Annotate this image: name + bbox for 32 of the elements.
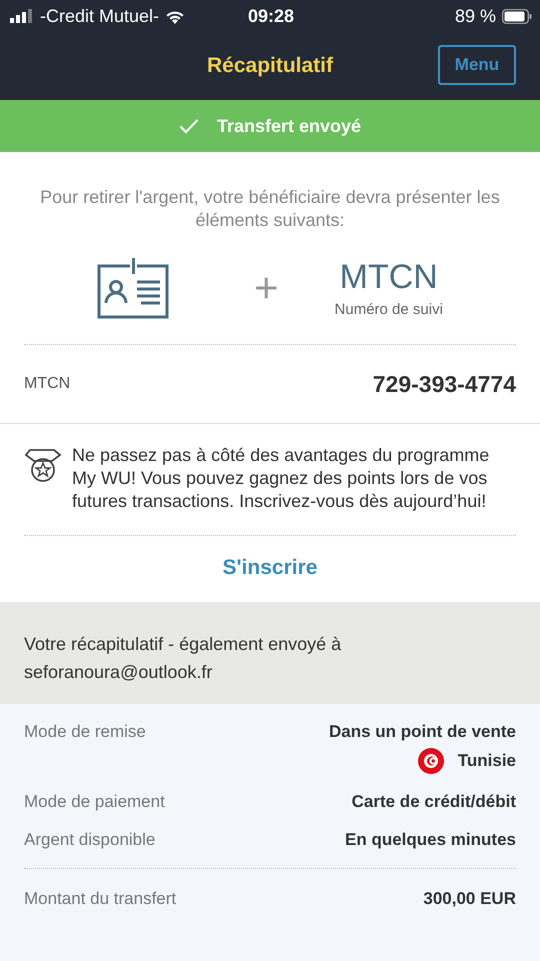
battery-icon: [502, 8, 532, 24]
summary-text: Votre récapitulatif - également envoyé à: [24, 633, 342, 656]
country-name: Tunisie: [458, 751, 516, 771]
menu-button[interactable]: Menu: [438, 45, 516, 85]
mtcn-number: 729-393-4774: [372, 370, 516, 398]
wifi-icon: [165, 8, 186, 24]
instructions-text: Pour retirer l'argent, votre bénéficiaire devra présenter les éléments suivants:: [39, 186, 501, 232]
clock-time: 09:28: [248, 6, 294, 26]
detail-label: Mode de paiement: [24, 792, 165, 812]
carrier-name: -Credit Mutuel-: [40, 6, 160, 26]
signup-link[interactable]: S'inscrire: [24, 536, 516, 602]
summary-email: seforanoura@outlook.fr: [24, 661, 214, 684]
id-card-icon: [96, 257, 170, 319]
detail-label: Mode de remise: [24, 722, 146, 742]
banner-text: Transfert envoyé: [216, 116, 362, 136]
detail-label: Argent disponible: [24, 830, 156, 850]
flag-icon: [418, 748, 444, 774]
medal-icon: [24, 446, 62, 484]
amount-value: 300,00 EUR: [423, 889, 516, 909]
page-title: Récapitulatif: [206, 54, 334, 78]
check-icon: [178, 118, 199, 134]
signal-icon: [10, 9, 34, 23]
detail-value: Carte de crédit/débit: [352, 792, 516, 812]
tracking-caption: Numéro de suivi: [334, 301, 443, 318]
plus-sign: +: [254, 264, 279, 312]
promo-text: Ne passez pas à côté des avantages du programme My WU! Vous pouvez gagnez des points lors de vos futures transactions. Inscrivez-vous dès aujourd’hui!: [72, 444, 490, 513]
detail-value: En quelques minutes: [345, 830, 516, 850]
detail-value: Dans un point de vente: [328, 722, 516, 742]
mtcn-heading: MTCN: [340, 258, 438, 297]
battery-percent: 89 %: [454, 6, 496, 26]
mtcn-label: MTCN: [24, 375, 70, 393]
amount-label: Montant du transfert: [24, 889, 176, 909]
